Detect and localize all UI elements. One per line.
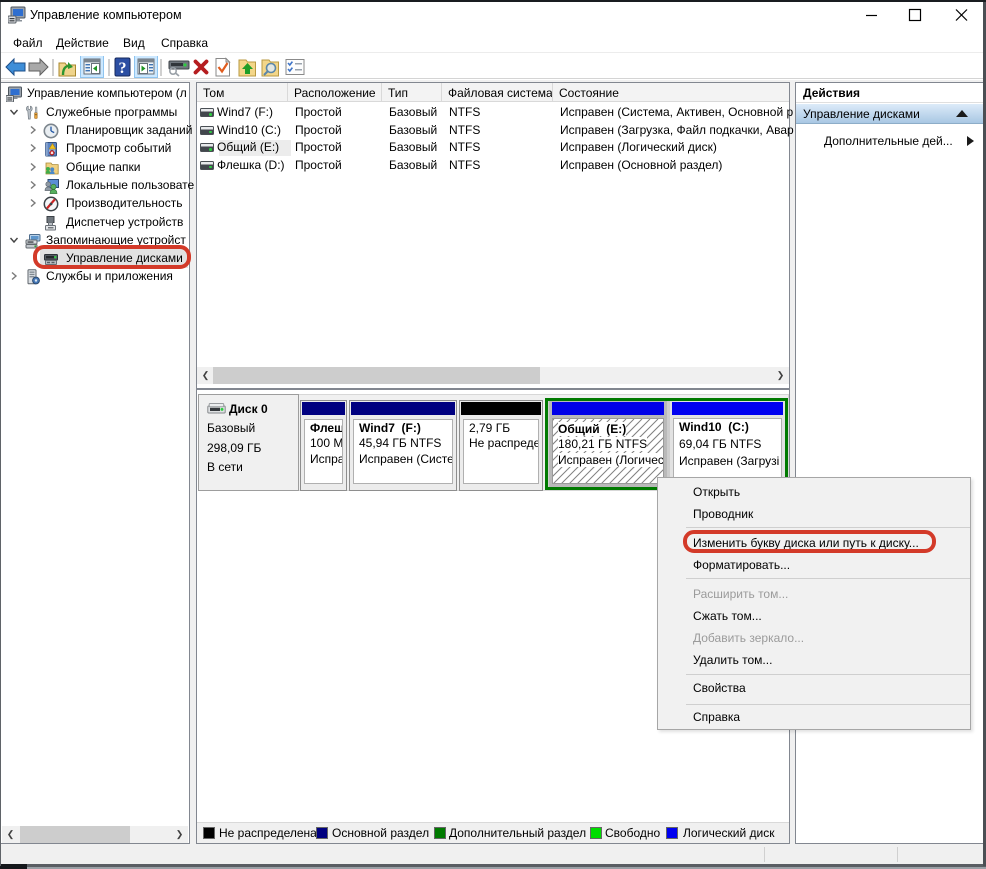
svg-text:?: ? [119, 60, 127, 77]
